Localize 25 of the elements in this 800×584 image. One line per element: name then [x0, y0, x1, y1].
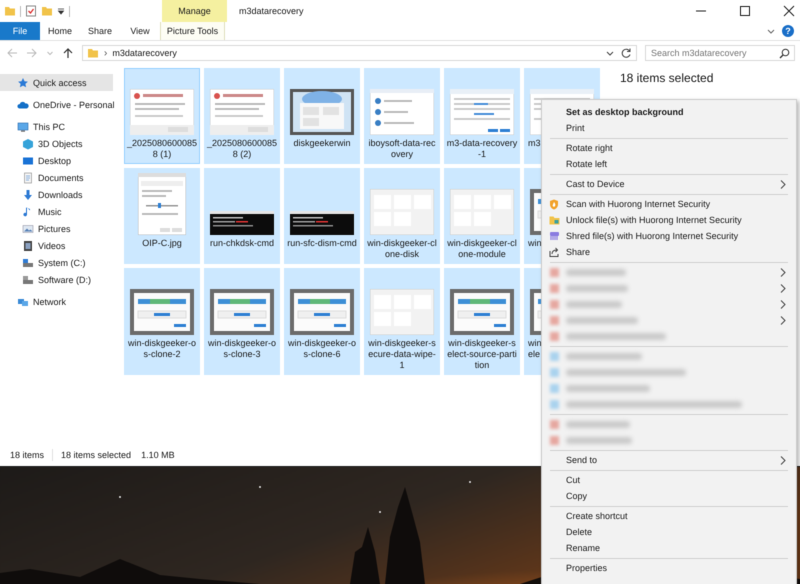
file-name: run-chkdsk-cmd: [208, 238, 275, 249]
file-name: run-sfc-dism-cmd: [286, 238, 358, 249]
file-name: win-diskgeeker-os-clone-2: [126, 338, 198, 360]
file-name: win: [528, 238, 542, 249]
breadcrumb-separator: ›: [104, 48, 108, 58]
selection-count: 18 items selected: [61, 450, 132, 460]
file-name: m3: [528, 138, 542, 149]
file-name: win-diskgeeker-select-source-partition: [446, 338, 518, 371]
file-name: win-diskgeeker-secure-data-wipe-1: [367, 338, 437, 371]
item-count: 18 items: [10, 450, 44, 460]
file-name: iboysoft-data-recovery: [367, 138, 437, 160]
file-name: m3-data-recovery-1: [446, 138, 518, 160]
file-name: _20250806000858 (2): [206, 138, 278, 160]
selection-summary: 18 items selected: [620, 71, 714, 85]
file-name: win-diskgeeker-os-clone-3: [206, 338, 278, 360]
file-name: win ele: [528, 338, 542, 360]
window-title: m3datarecovery: [239, 6, 304, 16]
contextual-tab-header: Manage: [162, 0, 227, 22]
file-name: diskgeekerwin: [292, 138, 352, 149]
file-name: _20250806000858 (1): [126, 138, 198, 160]
file-name: win-diskgeeker-clone-disk: [366, 238, 438, 260]
file-name: win-diskgeeker-os-clone-6: [286, 338, 358, 360]
file-name: OIP-C.jpg: [141, 238, 183, 249]
file-name: win-diskgeeker-clone-module: [446, 238, 518, 260]
selection-size: 1.10 MB: [141, 450, 175, 460]
